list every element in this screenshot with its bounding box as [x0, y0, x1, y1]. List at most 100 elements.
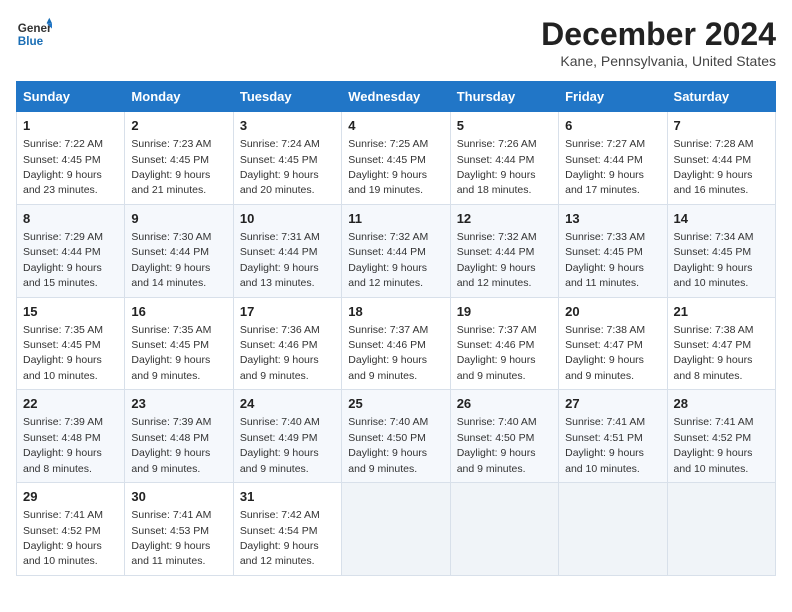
day-number: 21: [674, 303, 769, 321]
day-info: Sunrise: 7:39 AMSunset: 4:48 PMDaylight:…: [23, 416, 103, 474]
day-info: Sunrise: 7:23 AMSunset: 4:45 PMDaylight:…: [131, 138, 211, 196]
day-number: 12: [457, 210, 552, 228]
day-number: 7: [674, 117, 769, 135]
calendar-header-row: SundayMondayTuesdayWednesdayThursdayFrid…: [17, 82, 776, 112]
calendar-table: SundayMondayTuesdayWednesdayThursdayFrid…: [16, 81, 776, 576]
day-info: Sunrise: 7:37 AMSunset: 4:46 PMDaylight:…: [348, 324, 428, 382]
col-header-monday: Monday: [125, 82, 233, 112]
day-info: Sunrise: 7:36 AMSunset: 4:46 PMDaylight:…: [240, 324, 320, 382]
day-number: 17: [240, 303, 335, 321]
day-number: 8: [23, 210, 118, 228]
day-number: 25: [348, 395, 443, 413]
day-number: 9: [131, 210, 226, 228]
day-number: 22: [23, 395, 118, 413]
day-number: 10: [240, 210, 335, 228]
day-info: Sunrise: 7:41 AMSunset: 4:52 PMDaylight:…: [23, 509, 103, 567]
day-info: Sunrise: 7:24 AMSunset: 4:45 PMDaylight:…: [240, 138, 320, 196]
day-number: 1: [23, 117, 118, 135]
calendar-cell: 11 Sunrise: 7:32 AMSunset: 4:44 PMDayligh…: [342, 204, 450, 297]
logo: General Blue: [16, 16, 52, 52]
day-info: Sunrise: 7:26 AMSunset: 4:44 PMDaylight:…: [457, 138, 537, 196]
day-number: 31: [240, 488, 335, 506]
calendar-cell: 19Sunrise: 7:37 AMSunset: 4:46 PMDayligh…: [450, 297, 558, 390]
svg-text:Blue: Blue: [18, 35, 44, 48]
day-info: Sunrise: 7:41 AMSunset: 4:52 PMDaylight:…: [674, 416, 754, 474]
day-info: Sunrise: 7:38 AMSunset: 4:47 PMDaylight:…: [674, 324, 754, 382]
day-info: Sunrise: 7:22 AMSunset: 4:45 PMDaylight:…: [23, 138, 103, 196]
calendar-cell: 22 Sunrise: 7:39 AMSunset: 4:48 PMDayligh…: [17, 390, 125, 483]
calendar-cell: [559, 483, 667, 576]
calendar-cell: 13 Sunrise: 7:33 AMSunset: 4:45 PMDayligh…: [559, 204, 667, 297]
page-header: General Blue December 2024 Kane, Pennsyl…: [16, 16, 776, 69]
calendar-cell: 5 Sunrise: 7:26 AMSunset: 4:44 PMDaylight…: [450, 112, 558, 205]
col-header-tuesday: Tuesday: [233, 82, 341, 112]
calendar-cell: 10 Sunrise: 7:31 AMSunset: 4:44 PMDayligh…: [233, 204, 341, 297]
day-number: 14: [674, 210, 769, 228]
calendar-cell: 9 Sunrise: 7:30 AMSunset: 4:44 PMDaylight…: [125, 204, 233, 297]
day-number: 28: [674, 395, 769, 413]
day-info: Sunrise: 7:42 AMSunset: 4:54 PMDaylight:…: [240, 509, 320, 567]
calendar-subtitle: Kane, Pennsylvania, United States: [541, 53, 776, 69]
calendar-cell: 4Sunrise: 7:25 AMSunset: 4:45 PMDaylight…: [342, 112, 450, 205]
col-header-thursday: Thursday: [450, 82, 558, 112]
calendar-cell: 17 Sunrise: 7:36 AMSunset: 4:46 PMDayligh…: [233, 297, 341, 390]
day-info: Sunrise: 7:39 AMSunset: 4:48 PMDaylight:…: [131, 416, 211, 474]
calendar-cell: 20Sunrise: 7:38 AMSunset: 4:47 PMDayligh…: [559, 297, 667, 390]
calendar-cell: 28 Sunrise: 7:41 AMSunset: 4:52 PMDayligh…: [667, 390, 775, 483]
day-number: 29: [23, 488, 118, 506]
calendar-title: December 2024: [541, 16, 776, 53]
calendar-cell: 30Sunrise: 7:41 AMSunset: 4:53 PMDayligh…: [125, 483, 233, 576]
calendar-cell: [450, 483, 558, 576]
day-info: Sunrise: 7:37 AMSunset: 4:46 PMDaylight:…: [457, 324, 537, 382]
col-header-wednesday: Wednesday: [342, 82, 450, 112]
day-info: Sunrise: 7:40 AMSunset: 4:49 PMDaylight:…: [240, 416, 320, 474]
day-number: 23: [131, 395, 226, 413]
calendar-cell: 14Sunrise: 7:34 AMSunset: 4:45 PMDayligh…: [667, 204, 775, 297]
calendar-week-2: 8Sunrise: 7:29 AMSunset: 4:44 PMDaylight…: [17, 204, 776, 297]
day-number: 27: [565, 395, 660, 413]
day-number: 11: [348, 210, 443, 228]
calendar-cell: 6 Sunrise: 7:27 AMSunset: 4:44 PMDaylight…: [559, 112, 667, 205]
calendar-cell: 8Sunrise: 7:29 AMSunset: 4:44 PMDaylight…: [17, 204, 125, 297]
calendar-cell: 21 Sunrise: 7:38 AMSunset: 4:47 PMDayligh…: [667, 297, 775, 390]
day-info: Sunrise: 7:28 AMSunset: 4:44 PMDaylight:…: [674, 138, 754, 196]
calendar-cell: 24 Sunrise: 7:40 AMSunset: 4:49 PMDayligh…: [233, 390, 341, 483]
calendar-cell: 31 Sunrise: 7:42 AMSunset: 4:54 PMDayligh…: [233, 483, 341, 576]
day-number: 24: [240, 395, 335, 413]
calendar-cell: 1 Sunrise: 7:22 AMSunset: 4:45 PMDaylight…: [17, 112, 125, 205]
day-number: 5: [457, 117, 552, 135]
day-info: Sunrise: 7:32 AMSunset: 4:44 PMDaylight:…: [457, 231, 537, 289]
calendar-cell: 23 Sunrise: 7:39 AMSunset: 4:48 PMDayligh…: [125, 390, 233, 483]
day-info: Sunrise: 7:41 AMSunset: 4:51 PMDaylight:…: [565, 416, 645, 474]
col-header-saturday: Saturday: [667, 82, 775, 112]
day-info: Sunrise: 7:25 AMSunset: 4:45 PMDaylight:…: [348, 138, 428, 196]
day-number: 13: [565, 210, 660, 228]
col-header-friday: Friday: [559, 82, 667, 112]
calendar-week-1: 1 Sunrise: 7:22 AMSunset: 4:45 PMDaylight…: [17, 112, 776, 205]
day-info: Sunrise: 7:33 AMSunset: 4:45 PMDaylight:…: [565, 231, 645, 289]
calendar-cell: [342, 483, 450, 576]
day-number: 3: [240, 117, 335, 135]
day-info: Sunrise: 7:40 AMSunset: 4:50 PMDaylight:…: [457, 416, 537, 474]
day-number: 15: [23, 303, 118, 321]
col-header-sunday: Sunday: [17, 82, 125, 112]
calendar-week-4: 22 Sunrise: 7:39 AMSunset: 4:48 PMDayligh…: [17, 390, 776, 483]
calendar-cell: 15 Sunrise: 7:35 AMSunset: 4:45 PMDayligh…: [17, 297, 125, 390]
calendar-cell: 27 Sunrise: 7:41 AMSunset: 4:51 PMDayligh…: [559, 390, 667, 483]
day-info: Sunrise: 7:35 AMSunset: 4:45 PMDaylight:…: [23, 324, 103, 382]
calendar-cell: 18Sunrise: 7:37 AMSunset: 4:46 PMDayligh…: [342, 297, 450, 390]
calendar-cell: 7 Sunrise: 7:28 AMSunset: 4:44 PMDaylight…: [667, 112, 775, 205]
day-info: Sunrise: 7:30 AMSunset: 4:44 PMDaylight:…: [131, 231, 211, 289]
calendar-cell: 12 Sunrise: 7:32 AMSunset: 4:44 PMDayligh…: [450, 204, 558, 297]
calendar-cell: 16Sunrise: 7:35 AMSunset: 4:45 PMDayligh…: [125, 297, 233, 390]
day-info: Sunrise: 7:32 AMSunset: 4:44 PMDaylight:…: [348, 231, 428, 289]
title-block: December 2024 Kane, Pennsylvania, United…: [541, 16, 776, 69]
day-info: Sunrise: 7:31 AMSunset: 4:44 PMDaylight:…: [240, 231, 320, 289]
day-number: 20: [565, 303, 660, 321]
calendar-cell: 2Sunrise: 7:23 AMSunset: 4:45 PMDaylight…: [125, 112, 233, 205]
day-info: Sunrise: 7:35 AMSunset: 4:45 PMDaylight:…: [131, 324, 211, 382]
day-info: Sunrise: 7:27 AMSunset: 4:44 PMDaylight:…: [565, 138, 645, 196]
day-info: Sunrise: 7:41 AMSunset: 4:53 PMDaylight:…: [131, 509, 211, 567]
calendar-cell: 26Sunrise: 7:40 AMSunset: 4:50 PMDayligh…: [450, 390, 558, 483]
day-number: 6: [565, 117, 660, 135]
